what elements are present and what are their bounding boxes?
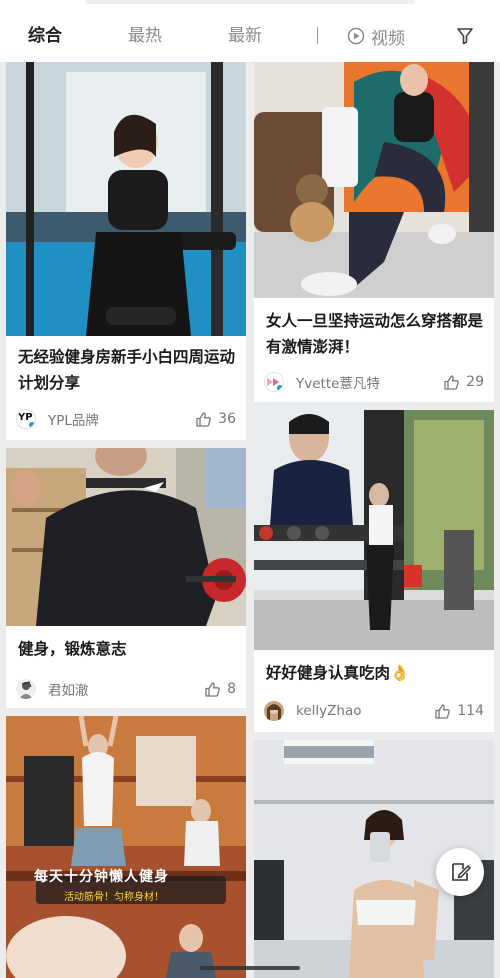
tab-video-label: 视频 xyxy=(371,28,405,49)
card-meta: Yvette薏凡特 29 xyxy=(264,371,484,393)
avatar[interactable] xyxy=(264,372,284,392)
avatar[interactable] xyxy=(264,701,284,721)
card-title[interactable]: 健身，锻炼意志 xyxy=(18,636,236,662)
like-number: 29 xyxy=(466,374,484,390)
card-meta: 君如澈 8 xyxy=(16,678,236,700)
like-number: 114 xyxy=(457,703,484,719)
like-count[interactable]: 29 xyxy=(443,374,484,391)
like-number: 36 xyxy=(218,411,236,427)
author-name[interactable]: 君如澈 xyxy=(48,679,204,699)
filter-icon[interactable] xyxy=(455,26,475,46)
card-photo[interactable] xyxy=(6,448,246,626)
thumbs-up-icon xyxy=(444,374,459,390)
tab-comprehensive[interactable]: 综合 xyxy=(28,24,62,48)
card-title[interactable]: 无经验健身房新手小白四周运动计划分享 xyxy=(18,344,236,396)
card-photo[interactable]: 每天十分钟懒人健身 活动筋骨！匀称身材！ xyxy=(6,716,246,978)
top-tab-bar: 综合 最热 最新 视频 xyxy=(0,0,500,62)
card-title[interactable]: 好好健身认真吃肉👌 xyxy=(266,660,484,686)
author-name[interactable]: Yvette薏凡特 xyxy=(296,372,443,392)
like-count[interactable]: 114 xyxy=(434,703,484,720)
edit-note-icon xyxy=(452,863,471,881)
like-count[interactable]: 8 xyxy=(204,681,236,698)
like-number: 8 xyxy=(227,681,236,697)
tab-divider xyxy=(317,27,318,44)
feed-card[interactable]: 好好健身认真吃肉👌 kellyZhao 114 xyxy=(254,410,494,732)
avatar-sketch xyxy=(19,681,33,699)
tab-hottest[interactable]: 最热 xyxy=(128,24,162,48)
feed-card[interactable]: 女人一旦坚持运动怎么穿搭都是有激情澎湃！ Yvette薏凡特 29 xyxy=(254,62,494,402)
overlay-subtitle: 活动筋骨！匀称身材！ xyxy=(64,892,164,903)
feed-card[interactable]: 健身，锻炼意志 君如澈 8 xyxy=(6,448,246,708)
compose-button[interactable] xyxy=(436,848,484,896)
search-bar-edge[interactable] xyxy=(85,0,415,4)
verified-badge xyxy=(28,421,35,428)
tab-newest[interactable]: 最新 xyxy=(228,24,262,48)
author-name[interactable]: kellyZhao xyxy=(296,703,434,719)
thumbs-up-icon xyxy=(196,411,211,427)
card-meta: kellyZhao 114 xyxy=(264,700,484,722)
overlay-headline: 每天十分钟懒人健身 xyxy=(34,869,169,885)
thumbs-up-icon xyxy=(205,681,220,697)
avatar-photo xyxy=(267,704,281,721)
brand-logo-icon xyxy=(267,378,283,391)
thumbs-up-icon xyxy=(435,703,451,719)
avatar[interactable]: YP xyxy=(16,409,36,429)
feed-card[interactable]: 无经验健身房新手小白四周运动计划分享 YP YPL品牌 36 xyxy=(6,62,246,440)
home-indicator[interactable] xyxy=(200,966,300,970)
like-count[interactable]: 36 xyxy=(195,411,236,428)
avatar[interactable] xyxy=(16,679,36,699)
card-photo[interactable] xyxy=(6,62,246,336)
card-meta: YP YPL品牌 36 xyxy=(16,408,236,430)
video-play-icon xyxy=(347,27,365,45)
card-photo[interactable] xyxy=(254,410,494,650)
feed-card[interactable]: 每天十分钟懒人健身 活动筋骨！匀称身材！ xyxy=(6,716,246,978)
card-photo[interactable] xyxy=(254,62,494,298)
card-title[interactable]: 女人一旦坚持运动怎么穿搭都是有激情澎湃！ xyxy=(266,308,484,360)
tab-video[interactable]: 视频 xyxy=(347,24,405,49)
author-name[interactable]: YPL品牌 xyxy=(48,409,195,429)
